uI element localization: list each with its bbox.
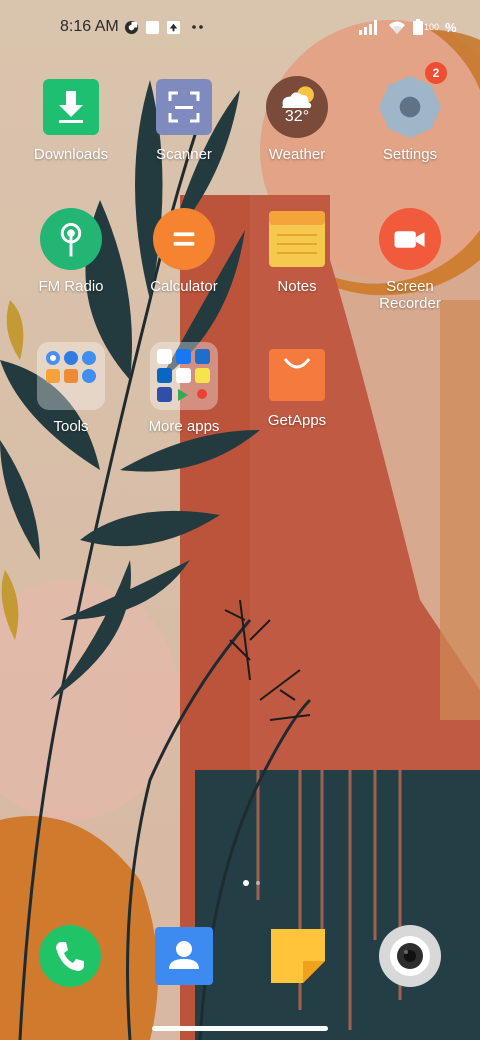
app-fm-radio[interactable]: FM Radio <box>15 208 127 295</box>
dock-camera[interactable] <box>378 924 442 988</box>
download-icon <box>40 76 102 138</box>
folder-tools[interactable]: Tools <box>15 342 127 435</box>
folder-icon <box>150 342 218 410</box>
app-label: Notes <box>277 278 317 295</box>
camera-icon <box>379 925 441 987</box>
radio-icon <box>40 208 102 270</box>
folder-more-apps[interactable]: More apps <box>128 342 240 435</box>
weather-temperature: 32° <box>284 108 310 125</box>
page-indicator <box>256 881 260 885</box>
app-label: Downloads <box>33 146 109 163</box>
app-settings[interactable]: 2 Settings <box>354 62 466 163</box>
weather-icon: 32° <box>266 76 328 138</box>
app-getapps[interactable]: GetApps <box>241 342 353 429</box>
signal-icon <box>358 18 380 36</box>
app-label-line2: Recorder <box>379 295 441 312</box>
dock-phone[interactable] <box>38 924 102 988</box>
app-downloads[interactable]: Downloads <box>15 76 127 163</box>
folder-icon <box>37 342 105 410</box>
app-label: Weather <box>268 146 326 163</box>
upload-notification-icon <box>164 18 182 36</box>
video-camera-icon <box>379 208 441 270</box>
notes-icon <box>266 208 328 270</box>
battery-icon <box>412 18 424 36</box>
calculator-icon <box>153 208 215 270</box>
app-label-line1: Screen <box>386 278 434 295</box>
scanner-icon <box>153 76 215 138</box>
folder-label: More apps <box>148 418 220 435</box>
wifi-icon <box>386 18 408 36</box>
page-indicator-current <box>243 880 249 886</box>
contacts-icon <box>155 927 213 985</box>
battery-percent-sign: % <box>445 20 457 35</box>
phone-icon <box>39 925 101 987</box>
status-time: 8:16 AM <box>60 18 119 35</box>
app-label: Scanner <box>156 146 212 163</box>
app-notes[interactable]: Notes <box>241 208 353 295</box>
note-icon <box>271 929 325 983</box>
dock-contacts[interactable] <box>152 924 216 988</box>
app-weather[interactable]: 32° Weather <box>241 76 353 163</box>
shopping-bag-icon <box>266 342 328 404</box>
dock-notes[interactable] <box>266 924 330 988</box>
app-calculator[interactable]: Calculator <box>128 208 240 295</box>
app-label: Calculator <box>150 278 218 295</box>
app-label: Settings <box>382 146 438 163</box>
app-label: FM Radio <box>38 278 104 295</box>
square-notification-icon <box>143 18 161 36</box>
app-label: GetApps <box>267 412 327 429</box>
folder-label: Tools <box>53 418 89 435</box>
battery-level: 100 <box>424 22 440 32</box>
notification-badge: 2 <box>425 62 447 84</box>
app-screen-recorder[interactable]: Screen Recorder <box>354 208 466 312</box>
home-gesture-bar[interactable] <box>152 1026 328 1031</box>
gear-icon: 2 <box>379 62 447 138</box>
vpn-key-icon <box>122 18 140 36</box>
status-bar: 8:16 AM 100 % <box>0 0 480 56</box>
app-scanner[interactable]: Scanner <box>128 76 240 163</box>
more-dots-icon <box>189 18 207 36</box>
